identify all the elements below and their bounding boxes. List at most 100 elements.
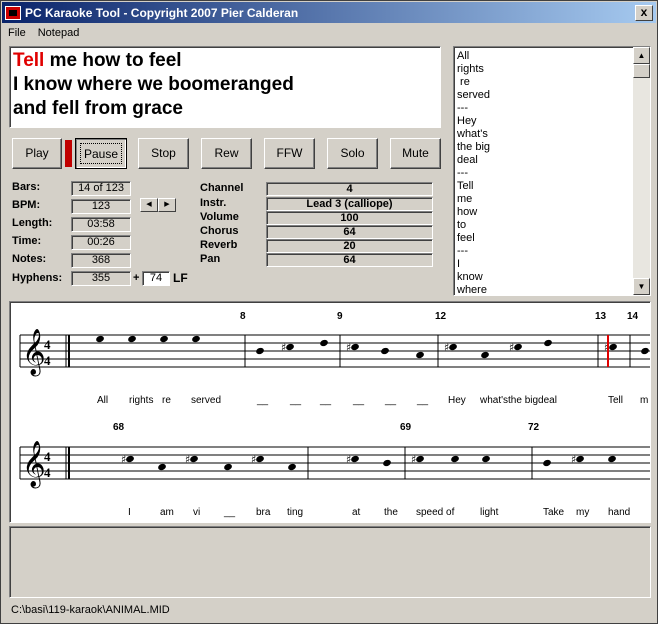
lyric-list-item[interactable]: what's [457,128,490,141]
scroll-down-icon[interactable]: ▼ [633,278,650,295]
note-head [256,347,264,355]
note-head [158,463,166,471]
lyric-list-item[interactable]: Hey [457,115,490,128]
record-indicator [65,140,72,167]
pause-button[interactable]: Pause [75,138,127,169]
score-lyric-word: I [128,507,131,518]
score-lyric-word: Hey [448,395,466,406]
title-bar: PC Karaoke Tool - Copyright 2007 Pier Ca… [2,2,656,23]
sharp-icon: ♯ [251,453,256,466]
note-head [543,459,551,467]
close-button[interactable]: x [635,4,653,21]
lyric-listbox[interactable]: All rights re served --- Hey what's the big dea… [453,46,651,296]
ffw-button[interactable]: FFW [264,138,315,169]
menu-bar: File Notepad [2,23,85,42]
sharp-icon: ♯ [571,453,576,466]
sharp-icon: ♯ [346,341,351,354]
score-lyric-word: served [191,395,221,406]
notes-label: Notes: [12,253,47,265]
solo-button[interactable]: Solo [327,138,378,169]
bpm-increase-icon[interactable]: ▶ [158,198,176,212]
app-icon [5,5,21,20]
note-head [449,343,457,351]
lyric-list-item[interactable]: served [457,89,490,102]
time-signature-bottom: 4 [44,465,51,480]
score-lyric-word: speed of [416,507,455,518]
bpm-decrease-icon[interactable]: ◀ [140,198,158,212]
sharp-icon: ♯ [121,453,126,466]
sharp-icon: ♯ [346,453,351,466]
score-lyric-word: m [640,395,648,406]
note-head [96,335,104,343]
time-signature-top: 4 [44,337,51,352]
app-window: PC Karaoke Tool - Copyright 2007 Pier Ca… [0,0,658,624]
measure-number: 14 [627,311,639,322]
scroll-thumb[interactable] [633,64,650,78]
listbox-scrollbar[interactable]: ▲ ▼ [633,47,650,295]
score-lyric-word: hand [608,507,630,518]
bpm-spinner[interactable]: ◀ ▶ [140,198,176,212]
time-label: Time: [12,235,42,247]
score-lyric-word: rights [129,395,153,406]
lyrics-line-1: Tell me how to feel [13,49,437,73]
rew-button[interactable]: Rew [201,138,252,169]
volume-value: 100 [266,211,433,225]
scroll-up-icon[interactable]: ▲ [633,47,650,64]
note-head [482,455,490,463]
volume-label: Volume [200,211,239,223]
menu-notepad[interactable]: Notepad [32,27,86,39]
score-view[interactable]: 𝄞 4 4 ♯ ♯ ♯ ♯ ♯ 8 9 12 13 14 All rights re served __ __ __ _… [9,301,651,523]
measure-number: 13 [595,311,607,322]
menu-file[interactable]: File [2,27,32,39]
current-word: Tell [13,50,45,71]
stop-button[interactable]: Stop [138,138,189,169]
score-lyric-word: __ [256,395,269,406]
measure-number: 68 [113,422,125,433]
lf-value[interactable]: 74 [142,271,170,286]
lyric-list-item[interactable]: I [457,258,490,271]
note-head [416,455,424,463]
sharp-icon: ♯ [444,341,449,354]
play-button[interactable]: Play [12,138,62,169]
score-lyric-word: __ [352,395,365,406]
lyric-list-item[interactable]: re [457,76,490,89]
note-head [641,347,649,355]
note-head [128,335,136,343]
score-lyric-word: All [97,395,108,406]
note-head [608,455,616,463]
lyric-list-item[interactable]: --- [457,245,490,258]
lyric-list-item[interactable]: know [457,271,490,284]
measure-number: 12 [435,311,447,322]
score-lyric-word: at [352,507,361,518]
note-head [351,343,359,351]
score-lyric-word: Take [543,507,565,518]
lyric-list-item[interactable]: --- [457,167,490,180]
score-lyric-word: light [480,507,499,518]
lyric-list-item[interactable]: where [457,284,490,295]
lyric-list-item[interactable]: feel [457,232,490,245]
note-head [256,455,264,463]
lyric-list-item[interactable]: the big [457,141,490,154]
bpm-value: 123 [71,199,131,214]
lyric-list-item[interactable]: All [457,50,490,63]
lyric-list-item[interactable]: how [457,206,490,219]
plus-sign: + [133,272,140,284]
lyrics-display: Tell me how to feel I know where we boom… [9,46,441,128]
window-title: PC Karaoke Tool - Copyright 2007 Pier Ca… [25,5,299,20]
lyric-list-item[interactable]: --- [457,102,490,115]
lyric-list-item[interactable]: Tell [457,180,490,193]
mute-button[interactable]: Mute [390,138,441,169]
lyrics-line-2: I know where we boomeranged [13,74,294,95]
lyric-list-item[interactable]: rights [457,63,490,76]
bars-label: Bars: [12,181,41,193]
note-head [351,455,359,463]
note-head [160,335,168,343]
pan-value: 64 [266,253,433,267]
measure-number: 72 [528,422,540,433]
lyrics-line-3: and fell from grace [13,98,183,119]
lyric-list-item[interactable]: deal [457,154,490,167]
note-head [224,463,232,471]
channel-value: 4 [266,182,433,196]
lyric-list-item[interactable]: to [457,219,490,232]
lyric-list-item[interactable]: me [457,193,490,206]
